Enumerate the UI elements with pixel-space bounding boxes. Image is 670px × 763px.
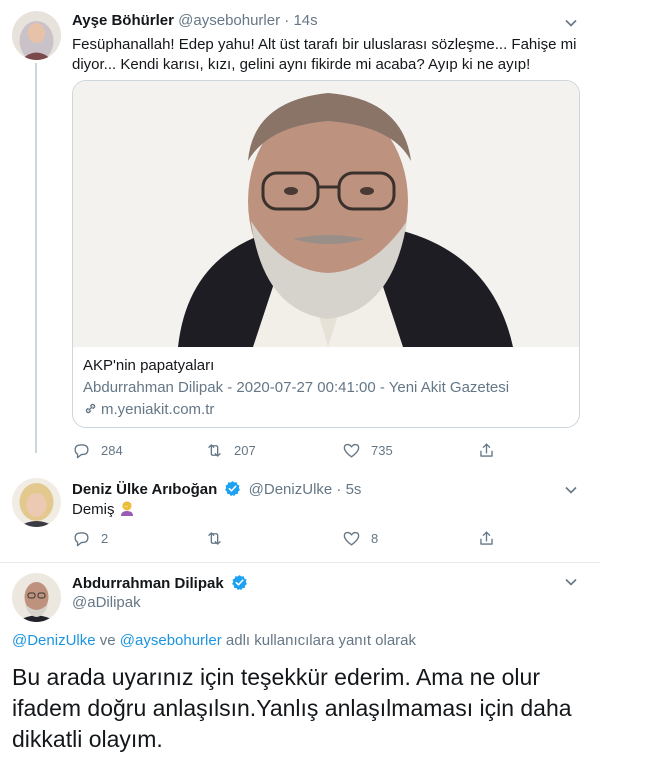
caret-down-icon[interactable] [564,483,578,497]
caret-down-icon[interactable] [564,575,578,589]
display-name[interactable]: Deniz Ülke Arıboğan [72,481,217,498]
separator-dot: · [336,481,342,498]
display-name[interactable]: Ayşe Böhürler [72,12,174,29]
avatar[interactable] [12,573,61,622]
card-image [73,81,579,347]
like-count: 735 [371,442,393,458]
reply-count: 284 [101,442,123,458]
tweet-actions: 284 207 735 [72,440,512,462]
share-button[interactable] [477,528,506,548]
retweet-icon [208,443,221,457]
username-row: @aDilipak [72,594,141,611]
tweet-text: Demiş [72,500,135,520]
retweet-icon [208,531,221,545]
card-title: AKP'nin papatyaları [83,357,215,374]
tweet-text-content: Demiş [72,501,115,518]
avatar[interactable] [12,11,61,60]
tweet-header: Deniz Ülke Arıboğan @DenizUlke · 5s [72,480,361,498]
reply-button[interactable]: 284 [72,440,123,460]
timestamp[interactable]: 5s [346,481,362,498]
share-button[interactable] [477,440,506,460]
replying-to: @DenizUlke ve @aysebohurler adlı kullanı… [12,632,416,649]
username[interactable]: @aDilipak [72,594,141,611]
like-icon [343,531,360,546]
like-icon [343,443,360,458]
link-card[interactable]: AKP'nin papatyaları Abdurrahman Dilipak … [72,80,580,428]
timestamp[interactable]: 14s [293,12,317,29]
like-button[interactable]: 8 [342,528,378,548]
card-domain: m.yeniakit.com.tr [83,401,214,418]
reply-icon [74,531,89,546]
like-count: 8 [371,530,379,546]
link-icon [85,403,96,414]
tweet-text-line: Fesüphanallah! Edep yahu! Alt üst tarafı… [72,36,577,53]
facepalm-emoji [120,501,133,516]
tweet-text: Fesüphanallah! Edep yahu! Alt üst tarafı… [72,35,576,75]
like-button[interactable]: 735 [342,440,393,460]
tweet-header: Ayşe Böhürler @aysebohurler · 14s [72,12,318,29]
tweet-denizulke[interactable]: Deniz Ülke Arıboğan @DenizUlke · 5s Demi… [0,462,600,562]
mention-link[interactable]: @DenizUlke [12,632,96,649]
share-icon [480,442,493,457]
reply-button[interactable]: 2 [72,528,108,548]
tweet-text-line: diyor... Kendi karısı, kızı, gelini aynı… [72,56,531,73]
tweet-aysebohurler[interactable]: Ayşe Böhürler @aysebohurler · 14s Fesüph… [0,0,600,462]
replying-to-and: ve [95,632,120,649]
separator-dot: · [284,12,290,29]
mention-link[interactable]: @aysebohurler [120,632,222,649]
reply-count: 2 [101,530,109,546]
card-description: Abdurrahman Dilipak - 2020-07-27 00:41:0… [83,379,510,396]
reply-icon [74,443,89,458]
replying-to-suffix: adlı kullanıcılara yanıt olarak [221,632,417,649]
retweet-button[interactable]: 207 [205,440,256,460]
username[interactable]: @DenizUlke [249,481,333,498]
display-name[interactable]: Abdurrahman Dilipak [72,575,224,592]
thread-line [35,63,37,453]
tweet-header: Abdurrahman Dilipak [72,574,251,592]
avatar[interactable] [12,478,61,527]
caret-down-icon[interactable] [564,16,578,30]
verified-icon [225,481,241,497]
username[interactable]: @aysebohurler [178,12,280,29]
verified-icon [231,575,247,591]
retweet-count: 207 [234,442,256,458]
share-icon [480,530,493,545]
retweet-button[interactable] [205,528,234,548]
tweet-actions: 2 8 [72,528,512,550]
card-domain-text: m.yeniakit.com.tr [101,401,215,418]
focused-tweet-text: Bu arada uyarınız için teşekkür ederim. … [12,664,572,752]
